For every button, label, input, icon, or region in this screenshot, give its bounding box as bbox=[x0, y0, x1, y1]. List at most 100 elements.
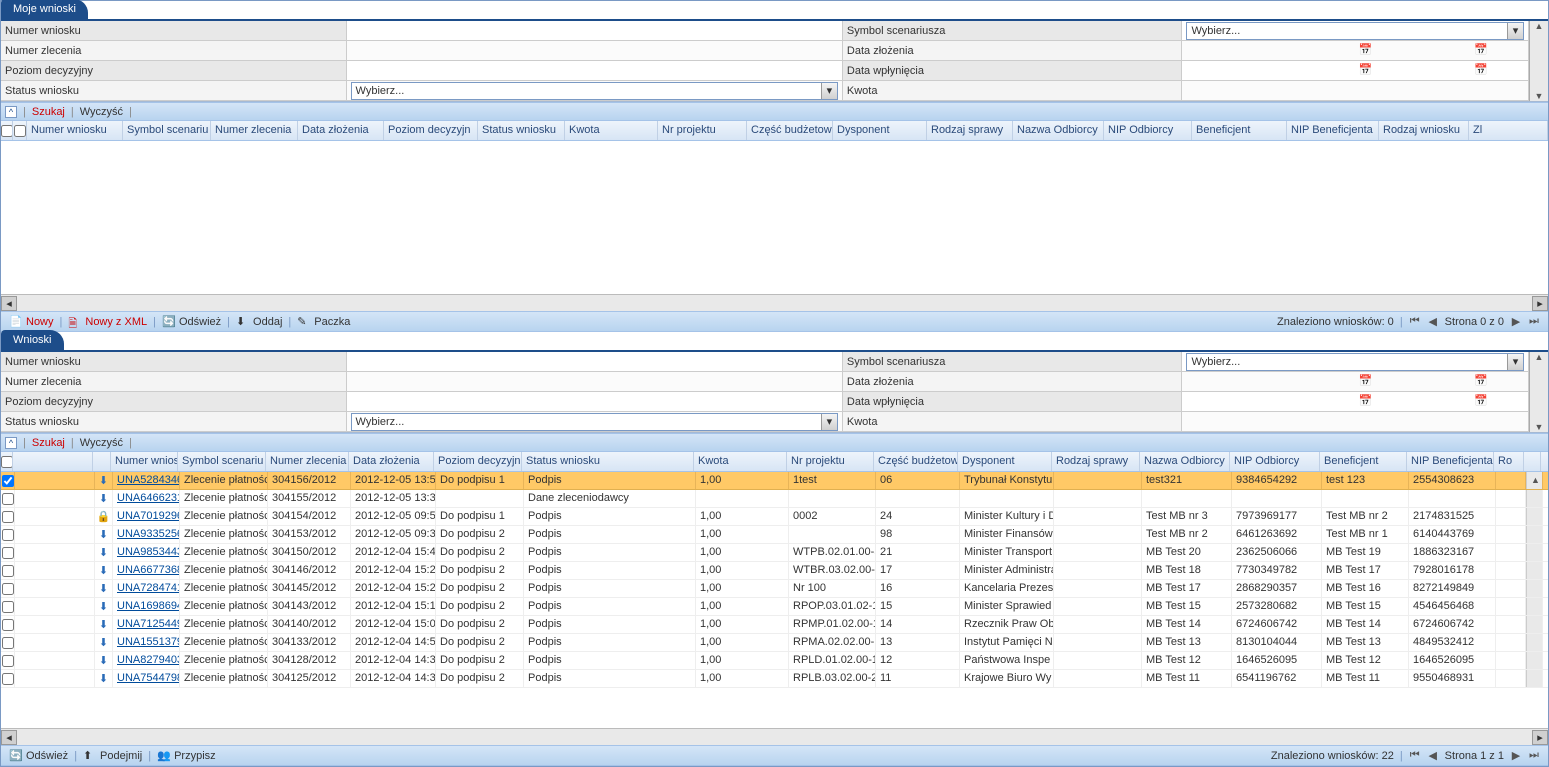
scrollbar-vertical[interactable] bbox=[1526, 580, 1543, 597]
input-numer-wniosku[interactable] bbox=[347, 21, 843, 41]
input-poziom-decyzyjny[interactable] bbox=[347, 61, 843, 81]
header-checkbox[interactable] bbox=[14, 125, 26, 137]
col-nip-odbiorcy[interactable]: NIP Odbiorcy bbox=[1230, 452, 1320, 471]
table-row[interactable]: ⬇UNA9335256Zlecenie płatnośc304153/20122… bbox=[1, 526, 1548, 544]
cell-numer-wniosku[interactable]: UNA8279403 bbox=[113, 652, 180, 669]
oddaj-button[interactable]: ⬇Oddaj bbox=[236, 315, 282, 329]
tab-moje-wnioski[interactable]: Moje wnioski bbox=[1, 0, 88, 19]
calendar-icon[interactable]: 📅 bbox=[1358, 394, 1372, 408]
table-row[interactable]: ⬇UNA6466231Zlecenie płatnośc304155/20122… bbox=[1, 490, 1548, 508]
paczka-button[interactable]: ✎Paczka bbox=[297, 315, 350, 329]
select-symbol-scenariusza[interactable]: Wybierz...▾ bbox=[1182, 352, 1529, 372]
col-poziom[interactable]: Poziom decyzyjn bbox=[384, 121, 478, 140]
table-row[interactable]: ⬇UNA7284741Zlecenie płatnośc304145/20122… bbox=[1, 580, 1548, 598]
calendar-icon[interactable]: 📅 bbox=[1358, 43, 1372, 57]
col-kwota[interactable]: Kwota bbox=[565, 121, 658, 140]
collapse-icon[interactable]: ^ bbox=[5, 106, 17, 118]
collapse-icon[interactable]: ^ bbox=[5, 437, 17, 449]
row-checkbox[interactable] bbox=[2, 655, 14, 667]
cell-numer-wniosku[interactable]: UNA9335256 bbox=[113, 526, 180, 543]
next-page-icon[interactable]: ▶ bbox=[1510, 750, 1522, 762]
scrollbar-vertical[interactable] bbox=[1526, 544, 1543, 561]
col-symbol[interactable]: Symbol scenariu bbox=[178, 452, 266, 471]
cell-numer-wniosku[interactable]: UNA6677368 bbox=[113, 562, 180, 579]
scrollbar-vertical[interactable] bbox=[1526, 652, 1543, 669]
select-status-wniosku[interactable]: Wybierz...▾ bbox=[347, 412, 843, 432]
col-data-zlozenia[interactable]: Data złożenia bbox=[349, 452, 434, 471]
col-ro[interactable]: Ro bbox=[1494, 452, 1524, 471]
chevron-down-icon[interactable]: ▾ bbox=[1507, 354, 1523, 370]
calendar-icon[interactable]: 📅 bbox=[1474, 43, 1488, 57]
scrollbar-vertical[interactable] bbox=[1526, 562, 1543, 579]
wyczysc-button[interactable]: Wyczyść bbox=[80, 106, 123, 118]
tab-wnioski[interactable]: Wnioski bbox=[1, 330, 64, 350]
scrollbar-vertical[interactable] bbox=[1526, 526, 1543, 543]
calendar-icon[interactable]: 📅 bbox=[1474, 374, 1488, 388]
col-rodzaj-sprawy[interactable]: Rodzaj sprawy bbox=[927, 121, 1013, 140]
scrollbar-vertical[interactable] bbox=[1526, 670, 1543, 687]
scrollbar-vertical[interactable]: ▲ bbox=[1529, 21, 1548, 41]
col-zlecenie[interactable]: Numer zlecenia bbox=[266, 452, 349, 471]
chevron-down-icon[interactable]: ▾ bbox=[821, 414, 837, 430]
prev-page-icon[interactable]: ◀ bbox=[1427, 750, 1439, 762]
input-data-zlozenia[interactable]: 📅 📅 bbox=[1182, 372, 1529, 392]
scrollbar-vertical[interactable] bbox=[1526, 508, 1543, 525]
szukaj-button[interactable]: Szukaj bbox=[32, 437, 65, 449]
last-page-icon[interactable]: ⏭ bbox=[1528, 750, 1540, 762]
scrollbar-horizontal[interactable]: ◂ ▸ bbox=[1, 728, 1548, 745]
scroll-left-icon[interactable]: ◂ bbox=[1, 296, 17, 311]
scrollbar-vertical[interactable] bbox=[1526, 598, 1543, 615]
table-row[interactable]: ⬇UNA7544798Zlecenie płatnośc304125/20122… bbox=[1, 670, 1548, 688]
col-nip-beneficjenta[interactable]: NIP Beneficjenta bbox=[1287, 121, 1379, 140]
cell-numer-wniosku[interactable]: UNA5284346 bbox=[113, 472, 180, 489]
calendar-icon[interactable]: 📅 bbox=[1358, 374, 1372, 388]
row-checkbox[interactable] bbox=[2, 511, 14, 523]
chevron-down-icon[interactable]: ▾ bbox=[1507, 23, 1523, 39]
wyczysc-button[interactable]: Wyczyść bbox=[80, 437, 123, 449]
calendar-icon[interactable]: 📅 bbox=[1474, 63, 1488, 77]
scroll-right-icon[interactable]: ▸ bbox=[1532, 730, 1548, 745]
scrollbar-vertical[interactable]: ▲ bbox=[1526, 472, 1543, 489]
cell-numer-wniosku[interactable]: UNA9853443 bbox=[113, 544, 180, 561]
col-numer-wniosku[interactable]: Numer wniosku bbox=[27, 121, 123, 140]
col-rodzaj-wniosku[interactable]: Rodzaj wniosku bbox=[1379, 121, 1469, 140]
szukaj-button[interactable]: Szukaj bbox=[32, 106, 65, 118]
col-czesc[interactable]: Część budżetow bbox=[874, 452, 958, 471]
table-row[interactable]: ⬇UNA5284346Zlecenie płatnośc304156/20122… bbox=[1, 472, 1548, 490]
scrollbar-vertical[interactable] bbox=[1526, 634, 1543, 651]
podejmij-button[interactable]: ⬆Podejmij bbox=[83, 749, 142, 763]
calendar-icon[interactable]: 📅 bbox=[1474, 394, 1488, 408]
row-checkbox[interactable] bbox=[2, 547, 14, 559]
table-row[interactable]: ⬇UNA1551379Zlecenie płatnośc304133/20122… bbox=[1, 634, 1548, 652]
col-status[interactable]: Status wniosku bbox=[522, 452, 694, 471]
scroll-right-icon[interactable]: ▸ bbox=[1532, 296, 1548, 311]
row-checkbox[interactable] bbox=[2, 565, 14, 577]
odswiez-button[interactable]: 🔄Odśwież bbox=[9, 749, 68, 763]
scrollbar-vertical[interactable] bbox=[1526, 616, 1543, 633]
input-kwota[interactable] bbox=[1182, 81, 1529, 101]
last-page-icon[interactable]: ⏭ bbox=[1528, 316, 1540, 328]
przypisz-button[interactable]: 👥Przypisz bbox=[157, 749, 216, 763]
input-data-wplyniecia[interactable]: 📅 📅 bbox=[1182, 61, 1529, 81]
cell-numer-wniosku[interactable]: UNA1698694 bbox=[113, 598, 180, 615]
row-checkbox[interactable] bbox=[2, 493, 14, 505]
col-dysponent[interactable]: Dysponent bbox=[958, 452, 1052, 471]
select-all-checkbox[interactable] bbox=[1, 125, 13, 137]
row-checkbox[interactable] bbox=[2, 529, 14, 541]
col-dysponent[interactable]: Dysponent bbox=[833, 121, 927, 140]
select-all-checkbox[interactable] bbox=[1, 456, 13, 468]
col-kwota[interactable]: Kwota bbox=[694, 452, 787, 471]
table-row[interactable]: ⬇UNA1698694Zlecenie płatnośc304143/20122… bbox=[1, 598, 1548, 616]
first-page-icon[interactable]: ⏮ bbox=[1409, 750, 1421, 762]
table-row[interactable]: ⬇UNA9853443Zlecenie płatnośc304150/20122… bbox=[1, 544, 1548, 562]
row-checkbox[interactable] bbox=[2, 637, 14, 649]
table-row[interactable]: ⬇UNA7125449Zlecenie płatnośc304140/20122… bbox=[1, 616, 1548, 634]
cell-numer-wniosku[interactable]: UNA6466231 bbox=[113, 490, 180, 507]
calendar-icon[interactable]: 📅 bbox=[1358, 63, 1372, 77]
odswiez-button[interactable]: 🔄Odśwież bbox=[162, 315, 221, 329]
cell-numer-wniosku[interactable]: UNA1551379 bbox=[113, 634, 180, 651]
col-nr-projektu[interactable]: Nr projektu bbox=[658, 121, 747, 140]
row-checkbox[interactable] bbox=[2, 673, 14, 685]
col-data-zlozenia[interactable]: Data złożenia bbox=[298, 121, 384, 140]
table-row[interactable]: 🔒UNA7019296Zlecenie płatnośc304154/20122… bbox=[1, 508, 1548, 526]
